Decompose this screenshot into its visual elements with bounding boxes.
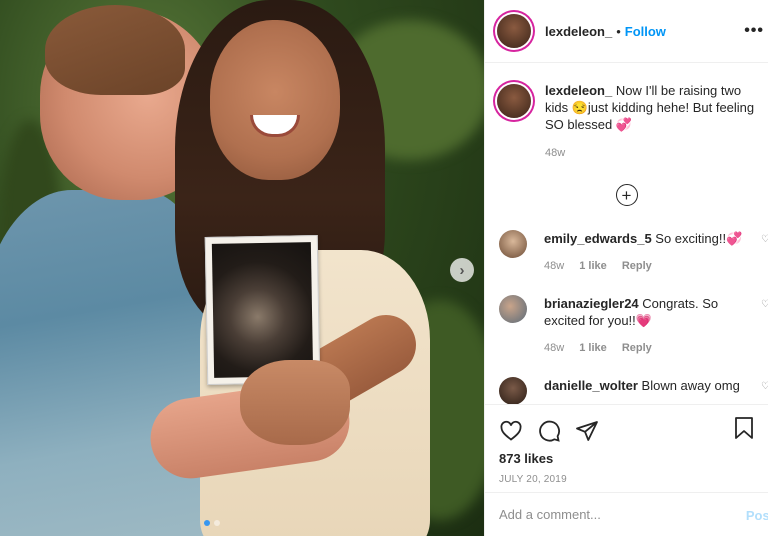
carousel-indicator	[204, 520, 220, 526]
comment-text: So exciting!!💞	[651, 231, 743, 246]
comment-username[interactable]: emily_edwards_5	[544, 231, 652, 246]
comment-text: Blown away omg	[637, 378, 740, 393]
plus-circle-icon[interactable]: +	[615, 184, 638, 206]
comment-username[interactable]: brianaziegler24	[544, 296, 639, 311]
post-actions: 873 likes JULY 20, 2019	[485, 404, 768, 485]
carousel-dot	[214, 520, 220, 526]
comments-list[interactable]: lexdeleon_ Now I'll be raising two kids …	[485, 64, 768, 404]
woman-face	[210, 20, 340, 180]
reply-button[interactable]: Reply	[622, 260, 652, 272]
comment-likes[interactable]: 1 like	[579, 342, 607, 354]
comment-item: emily_edwards_5 So exciting!!💞 48w 1 lik…	[485, 230, 768, 275]
carousel-dot-active	[204, 520, 210, 526]
comment-like-heart-icon[interactable]: ♡	[761, 234, 768, 245]
comment-avatar[interactable]	[499, 377, 527, 404]
caption-time[interactable]: 48w	[545, 145, 755, 162]
next-slide-button[interactable]: ›	[450, 258, 474, 282]
woman-hand	[240, 360, 350, 445]
comment-composer: Post	[485, 492, 768, 536]
reply-button[interactable]: Reply	[622, 342, 652, 354]
comment-like-heart-icon[interactable]: ♡	[761, 299, 768, 310]
author-avatar[interactable]	[497, 14, 531, 48]
post-date[interactable]: JULY 20, 2019	[485, 474, 768, 485]
man-hair	[45, 5, 185, 95]
likes-count[interactable]: 873 likes	[485, 451, 768, 466]
comment-username[interactable]: danielle_wolter	[544, 378, 638, 393]
comment-item: brianaziegler24 Congrats. So excited for…	[485, 295, 768, 357]
more-options-icon[interactable]: •••	[744, 22, 764, 40]
load-more-comments[interactable]: +	[485, 184, 768, 206]
post-photo[interactable]: ›	[0, 0, 484, 536]
author-username[interactable]: lexdeleon_	[545, 24, 612, 39]
separator-dot: •	[616, 23, 621, 39]
comment-time[interactable]: 48w	[544, 260, 564, 272]
share-icon[interactable]	[575, 419, 599, 443]
ultrasound-image	[211, 242, 314, 378]
post-side-panel: lexdeleon_ • Follow ••• lexdeleon_ Now I…	[484, 0, 768, 536]
heart-icon[interactable]	[499, 419, 523, 443]
follow-button[interactable]: Follow	[625, 24, 666, 39]
comment-avatar[interactable]	[499, 295, 527, 323]
chevron-right-icon: ›	[459, 261, 465, 279]
comment-time[interactable]: 48w	[544, 342, 564, 354]
comment-icon[interactable]	[537, 419, 561, 443]
bookmark-icon[interactable]	[734, 416, 754, 440]
comment-item: danielle_wolter Blown away omg ♡	[485, 377, 768, 404]
post-caption: lexdeleon_ Now I'll be raising two kids …	[485, 64, 768, 162]
comment-like-heart-icon[interactable]: ♡	[761, 381, 768, 392]
comment-input[interactable]	[499, 507, 719, 522]
caption-username[interactable]: lexdeleon_	[545, 83, 612, 98]
comment-avatar[interactable]	[499, 230, 527, 258]
post-header: lexdeleon_ • Follow •••	[485, 0, 768, 63]
comment-likes[interactable]: 1 like	[579, 260, 607, 272]
post-comment-button[interactable]: Post	[746, 508, 768, 523]
caption-avatar[interactable]	[497, 84, 531, 118]
